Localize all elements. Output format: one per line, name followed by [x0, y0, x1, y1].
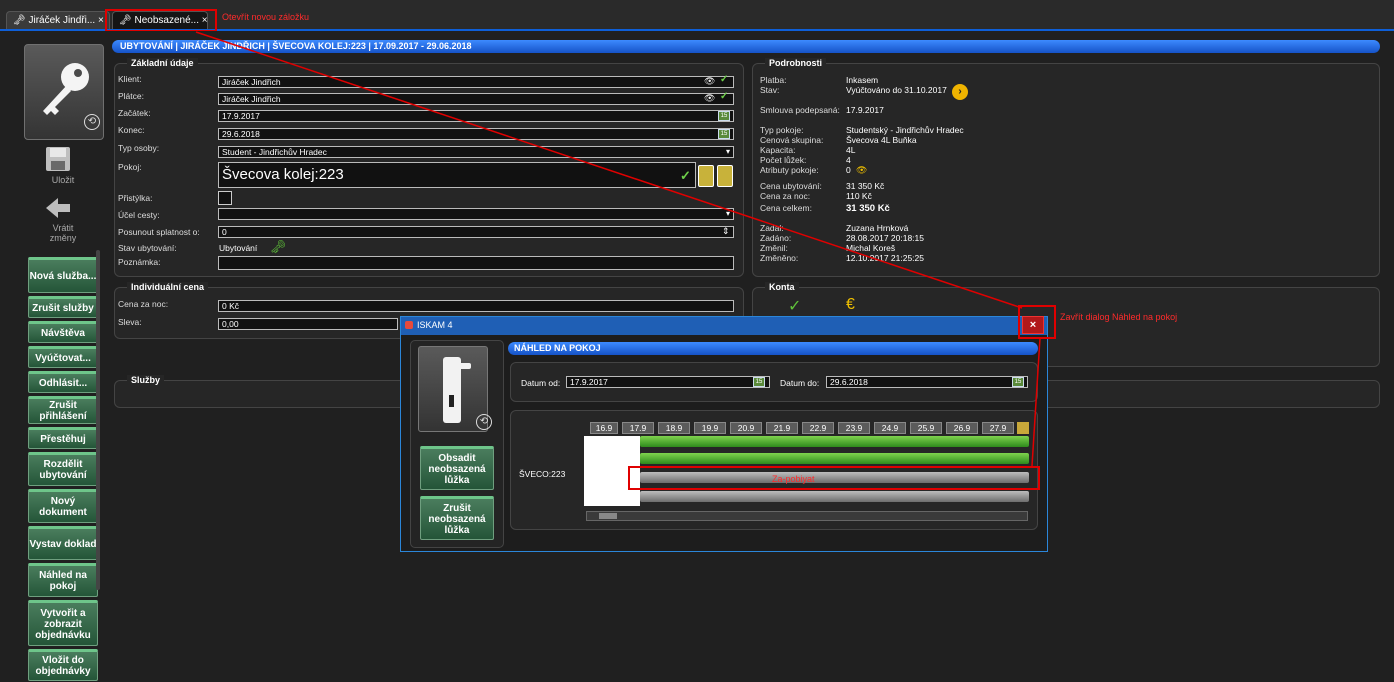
annotation-arrow-tab	[195, 31, 1023, 309]
annotation-arrow-close	[1031, 337, 1041, 467]
annotation-arrows	[195, 31, 1041, 467]
